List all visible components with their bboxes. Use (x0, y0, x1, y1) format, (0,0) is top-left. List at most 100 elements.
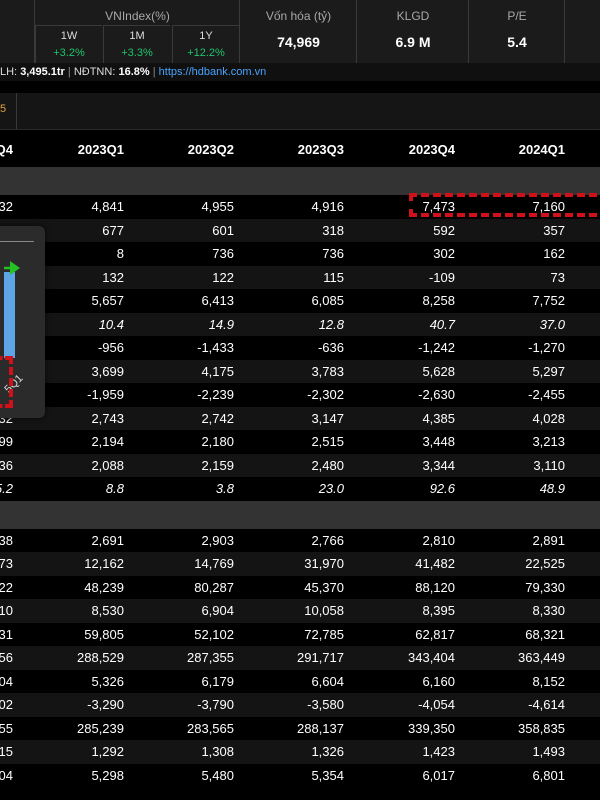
lh-value: 3,495.1tr (20, 66, 65, 78)
table-cell: -3,580 (307, 697, 344, 712)
table-cell: 3,147 (311, 410, 344, 426)
table-row[interactable]: 73 12,162 14,769 31,970 41,482 22,525 (0, 552, 600, 576)
table-cell: -4,614 (528, 697, 565, 712)
table-cell: 22,525 (525, 556, 565, 571)
tab-label: 5 (0, 103, 7, 115)
table-cell: -1,270 (528, 340, 565, 355)
table-header: Q4 2023Q1 2023Q2 2023Q3 2023Q4 2024Q1 (0, 133, 600, 167)
table-cell: 14.9 (208, 316, 234, 332)
table-cell: 363,449 (518, 650, 565, 665)
chart-tooltip-popup: 5Q1 (0, 226, 45, 418)
table-cell: 6,904 (201, 603, 234, 618)
table-cell: 04 (0, 767, 13, 783)
table-cell: 56 (0, 650, 13, 665)
table-cell: 1,308 (201, 744, 234, 759)
table-row[interactable]: -1,959 -2,239 -2,302 -2,630 -2,455 (0, 383, 600, 407)
table-cell: 736 (212, 246, 234, 261)
table-cell: 1,292 (91, 744, 124, 759)
vnindex-period-1m[interactable]: 1M +3.3% (103, 25, 170, 64)
table-cell: 23.0 (318, 481, 344, 496)
table-cell: 5,628 (422, 363, 455, 379)
table-row[interactable]: 10 8,530 6,904 10,058 8,395 8,330 (0, 599, 600, 623)
table-cell: 2,691 (91, 532, 124, 548)
table-cell: 6,179 (201, 673, 234, 689)
table-cell: 6,801 (532, 767, 565, 783)
table-cell: 4,955 (201, 199, 234, 214)
table-row[interactable]: -956 -1,433 -636 -1,242 -1,270 (0, 336, 600, 360)
table-cell: 99 (0, 434, 13, 449)
financial-table: Q4 2023Q1 2023Q2 2023Q3 2023Q4 2024Q1 32… (0, 133, 600, 787)
table-cell: 37.0 (539, 316, 565, 332)
table-row[interactable]: 132 122 115 -109 73 (0, 265, 600, 289)
table-row[interactable]: 04 5,326 6,179 6,604 6,160 8,152 (0, 670, 600, 694)
table-cell: 48,239 (84, 579, 124, 595)
section-header (0, 167, 600, 195)
table-cell: -636 (317, 340, 344, 355)
table-row[interactable]: 10.4 14.9 12.8 40.7 37.0 (0, 312, 600, 336)
table-cell: -3,290 (87, 697, 124, 712)
table-cell: 2,810 (422, 532, 455, 548)
table-cell: 3.8 (215, 481, 234, 496)
header-cell[interactable]: 2023Q4 (355, 133, 455, 167)
market-cap-stat: Vốn hóa (tỷ) 74,969 (239, 0, 357, 63)
table-cell: 592 (433, 222, 455, 238)
table-cell: 45,370 (304, 579, 344, 595)
table-row[interactable]: 677 601 318 592 357 (0, 218, 600, 242)
table-row[interactable]: 38 2,691 2,903 2,766 2,810 2,891 (0, 529, 600, 553)
table-cell: 31,970 (304, 556, 344, 571)
vnindex-period-1y[interactable]: 1Y +12.2% (172, 25, 239, 64)
vnindex-period-1w[interactable]: 1W +3.2% (35, 25, 102, 64)
table-cell: 48.9 (539, 481, 565, 496)
table-cell: 31 (0, 626, 13, 642)
table-row[interactable]: 22 48,239 80,287 45,370 88,120 79,330 (0, 576, 600, 600)
table-cell: 40.7 (429, 316, 455, 332)
period-value: +3.2% (53, 47, 85, 59)
table-cell: 287,355 (187, 650, 234, 665)
table-row[interactable]: 32 2,743 2,742 3,147 4,385 4,028 (0, 406, 600, 430)
website-link[interactable]: https://hdbank.com.vn (159, 66, 267, 78)
period-label: 1M (129, 30, 145, 42)
table-row[interactable]: 55 285,239 283,565 288,137 339,350 358,835 (0, 717, 600, 741)
table-cell: 7,752 (532, 293, 565, 308)
popup-bar (4, 272, 15, 358)
table-cell: -2,302 (307, 387, 344, 402)
table-cell: 59,805 (84, 626, 124, 642)
ndtnn-label: NĐTNN: (73, 66, 116, 78)
table-row[interactable]: 31 59,805 52,102 72,785 62,817 68,321 (0, 623, 600, 647)
table-cell: 41,482 (415, 556, 455, 571)
spacer (0, 81, 600, 93)
table-cell: 4,028 (532, 410, 565, 426)
header-cell[interactable]: 2023Q3 (244, 133, 344, 167)
table-cell: 285,239 (77, 720, 124, 736)
table-row[interactable]: 8 736 736 302 162 (0, 242, 600, 266)
table-row[interactable]: 15 1,292 1,308 1,326 1,423 1,493 (0, 740, 600, 764)
table-row[interactable]: 3,699 4,175 3,783 5,628 5,297 (0, 359, 600, 383)
table-row[interactable]: 36 2,088 2,159 2,480 3,344 3,110 (0, 453, 600, 477)
table-cell: 288,529 (77, 650, 124, 665)
table-row[interactable]: 5.2 8.8 3.8 23.0 92.6 48.9 (0, 477, 600, 501)
table-row[interactable]: 02 -3,290 -3,790 -3,580 -4,054 -4,614 (0, 693, 600, 717)
header-cell[interactable]: 2023Q1 (24, 133, 124, 167)
period-value: +12.2% (187, 47, 225, 59)
table-row[interactable]: 5,657 6,413 6,085 8,258 7,752 (0, 289, 600, 313)
table-cell: 92.6 (429, 481, 455, 496)
period-value: +3.3% (121, 47, 153, 59)
table-cell: 8,152 (532, 673, 565, 689)
vnindex-title: VNIndex(%) (105, 9, 170, 23)
table-row[interactable]: 56 288,529 287,355 291,717 343,404 363,449 (0, 646, 600, 670)
header-cell[interactable]: Q4 (0, 133, 13, 167)
tab-partial[interactable]: 5 (0, 93, 17, 129)
table-cell: 3,344 (422, 457, 455, 473)
header-cell[interactable]: 2023Q2 (134, 133, 234, 167)
table-row[interactable]: 04 5,298 5,480 5,354 6,017 6,801 (0, 764, 600, 788)
table-cell: 04 (0, 673, 13, 689)
table-cell: 6,413 (201, 293, 234, 308)
header-cell[interactable]: 2024Q1 (465, 133, 565, 167)
period-label: 1Y (199, 30, 213, 42)
vnindex-panel: VNIndex(%) 1W +3.2% 1M +3.3% 1Y +12.2% (34, 0, 240, 64)
table-cell: 73 (550, 269, 565, 285)
table-cell: 4,841 (91, 199, 124, 214)
table-row[interactable]: 99 2,194 2,180 2,515 3,448 3,213 (0, 430, 600, 454)
table-cell: 10 (0, 603, 13, 618)
table-cell: 88,120 (415, 579, 455, 595)
